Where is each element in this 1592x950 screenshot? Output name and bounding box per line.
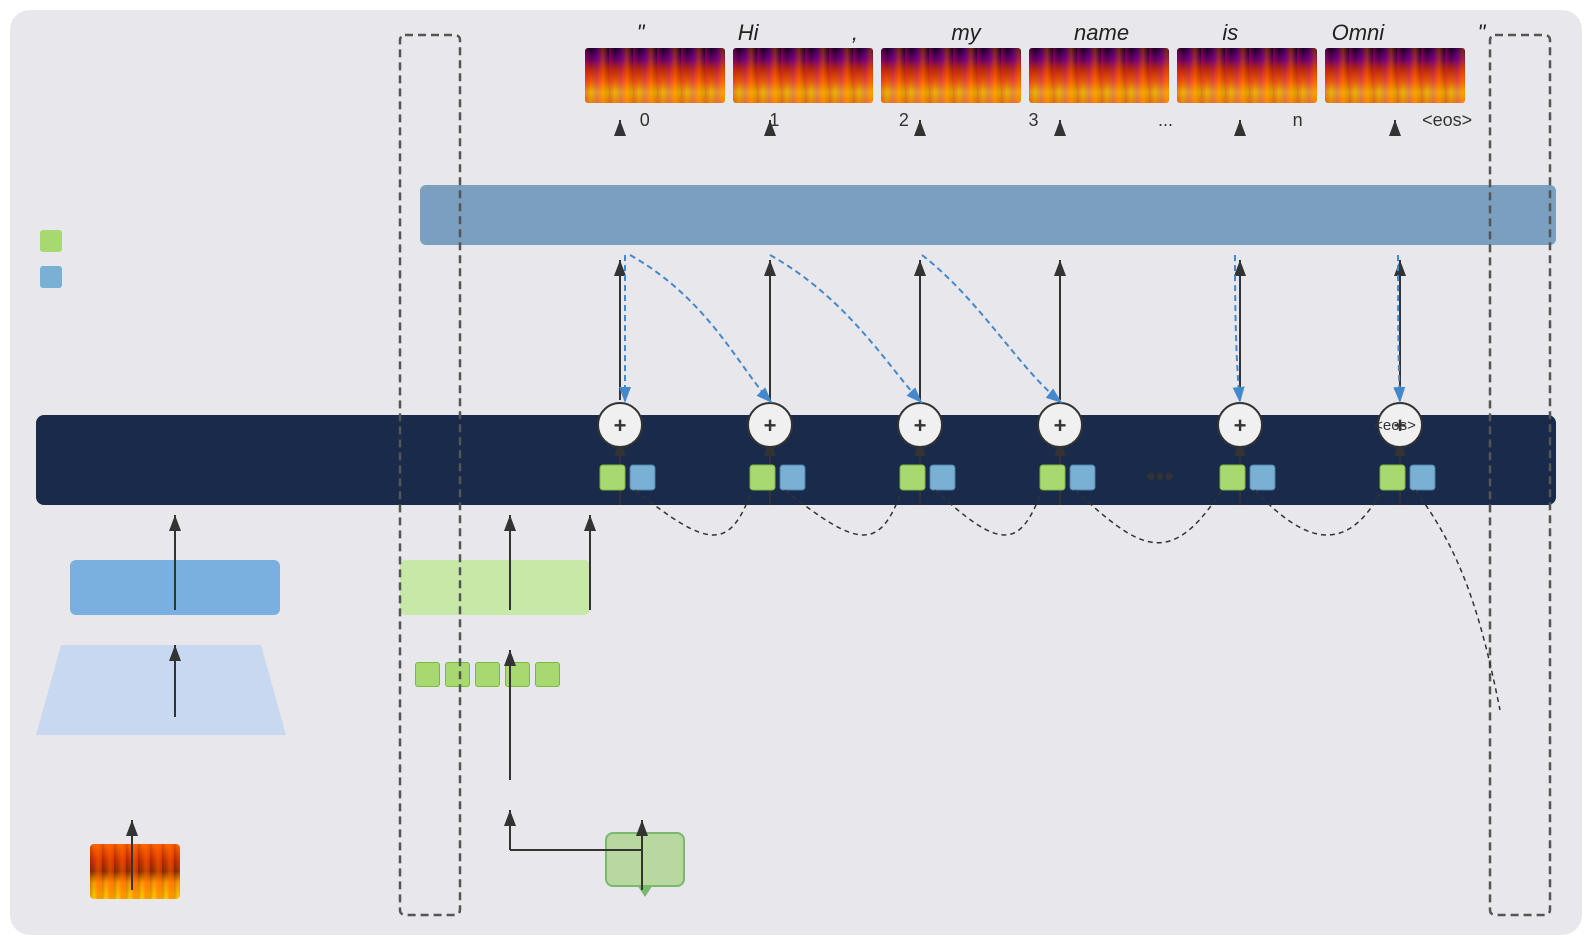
quote-word-is: is <box>1222 20 1238 46</box>
quote-comma: , <box>852 20 858 46</box>
quote-mark-close: " <box>1478 20 1486 46</box>
spectrogram-dots <box>1177 48 1317 103</box>
spectrogram-n <box>1325 48 1465 103</box>
num-eos: <eos> <box>1422 110 1472 131</box>
spectrogram-2 <box>881 48 1021 103</box>
num-0: 0 <box>640 110 650 131</box>
quote-row: " Hi , my name is Omni " <box>590 20 1532 46</box>
quote-word-name: name <box>1074 20 1129 46</box>
spectrogram-3 <box>1029 48 1169 103</box>
legend <box>40 230 74 302</box>
quote-mark-open: " <box>637 20 645 46</box>
token-row-embedding <box>415 662 560 687</box>
num-3: 3 <box>1028 110 1038 131</box>
num-dots: ... <box>1158 110 1173 131</box>
token-g-4 <box>505 662 530 687</box>
main-diagram: " Hi , my name is Omni " 0 1 2 3 ... n <… <box>10 10 1582 935</box>
whisper-encoder-box <box>36 645 286 735</box>
audio-adapter-box <box>70 560 280 615</box>
audio-token-color-box <box>40 266 62 288</box>
streaming-audio-decoding-box <box>420 185 1556 245</box>
whisper-encoder-section <box>36 645 286 735</box>
audio-tokens-legend <box>40 266 74 288</box>
quote-word-my: my <box>951 20 980 46</box>
llm-box <box>36 415 1556 505</box>
embedding-box <box>400 560 590 615</box>
token-g-3 <box>475 662 500 687</box>
num-n: n <box>1293 110 1303 131</box>
num-2: 2 <box>899 110 909 131</box>
token-g-2 <box>445 662 470 687</box>
quote-word-hi: Hi <box>738 20 759 46</box>
text-tokens-legend <box>40 230 74 252</box>
text-token-color-box <box>40 230 62 252</box>
text-bubble <box>605 832 685 887</box>
spectrogram-1 <box>733 48 873 103</box>
spectrogram-0 <box>585 48 725 103</box>
wav-spectrogram <box>90 844 180 899</box>
text-input-section <box>605 832 685 905</box>
num-1: 1 <box>769 110 779 131</box>
token-g-1 <box>415 662 440 687</box>
token-g-5 <box>535 662 560 687</box>
quote-word-omni: Omni <box>1332 20 1385 46</box>
spectrograms-row <box>585 48 1472 103</box>
number-row: 0 1 2 3 ... n <eos> <box>580 110 1532 131</box>
wav-input-section <box>90 844 180 905</box>
